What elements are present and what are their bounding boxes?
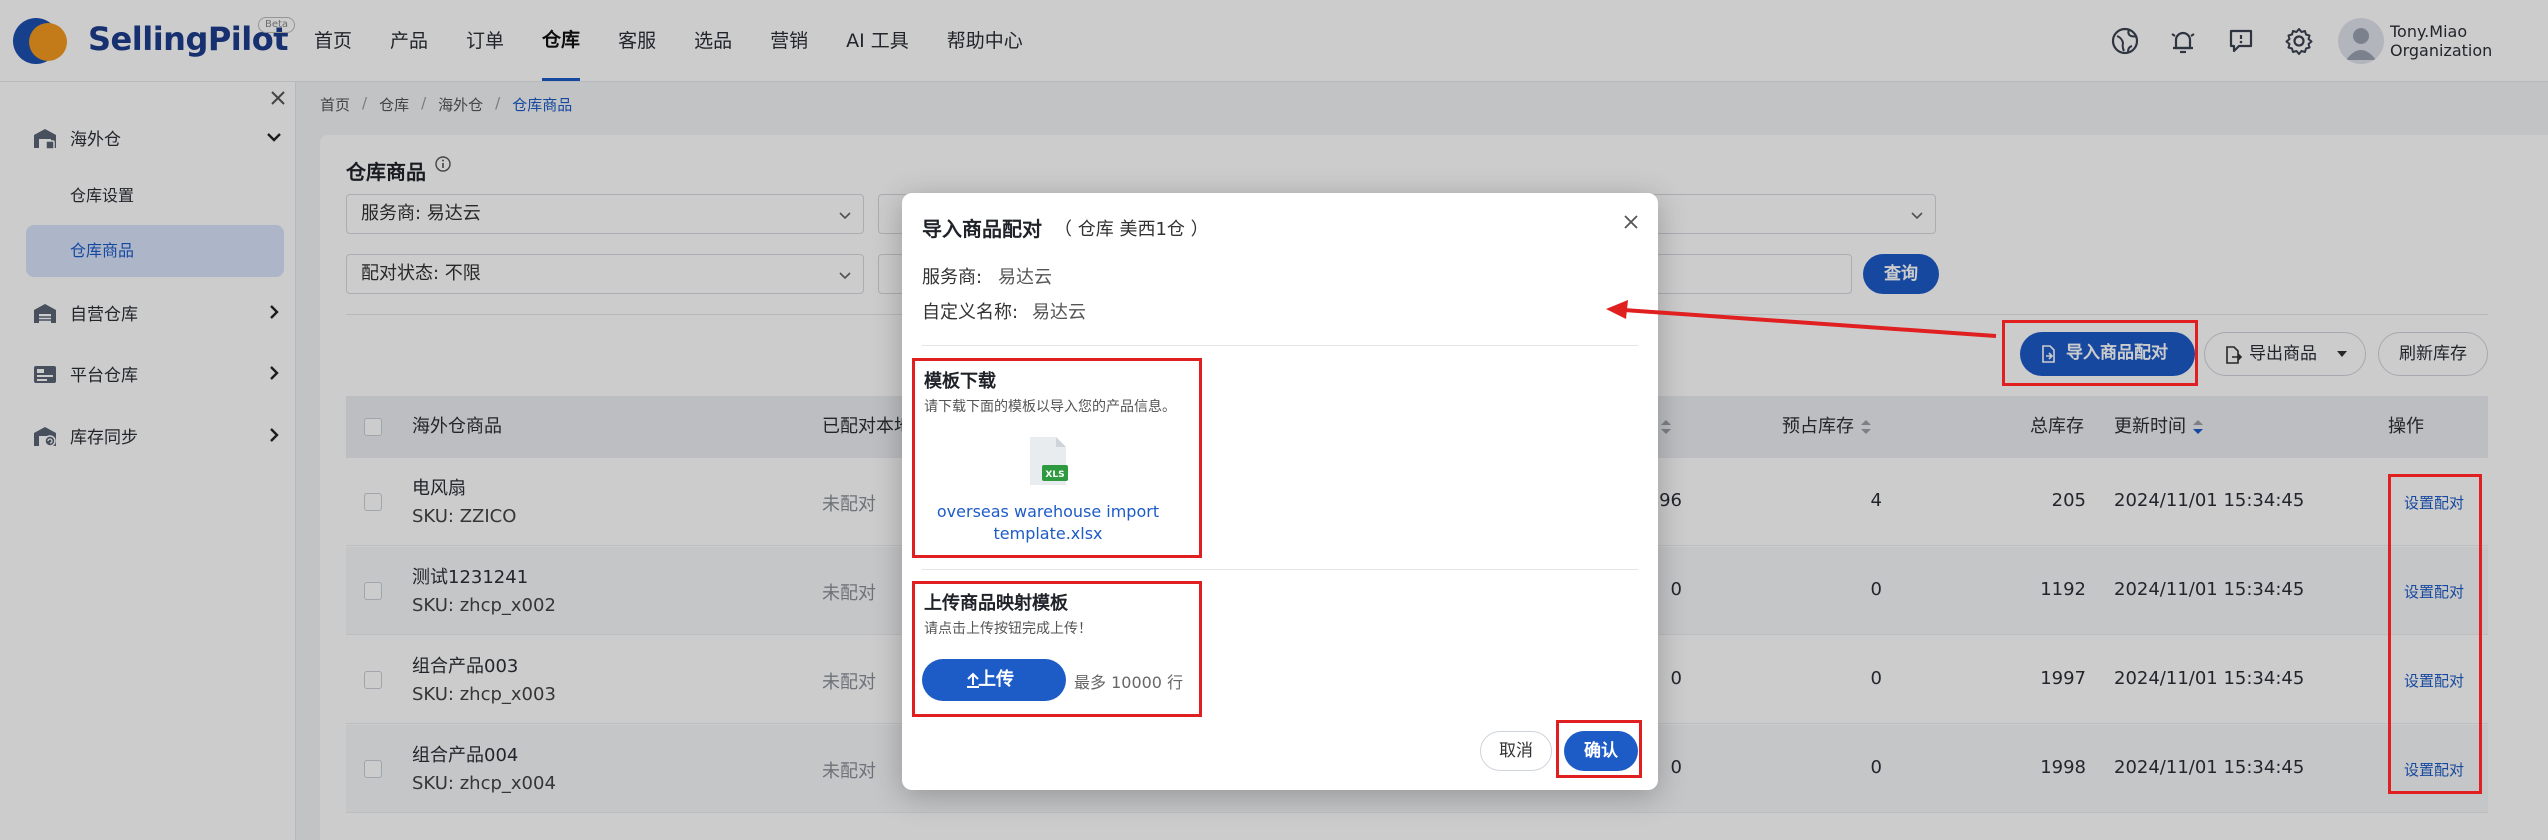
provider-value: 易达云	[998, 267, 1052, 288]
close-icon[interactable]	[1620, 211, 1642, 233]
cancel-button[interactable]: 取消	[1480, 731, 1552, 771]
provider-label: 服务商:	[922, 267, 983, 288]
custom-name-value: 易达云	[1032, 302, 1086, 323]
dialog-title: 导入商品配对	[922, 217, 1042, 241]
template-file-link[interactable]: overseas warehouse import template.xlsx	[924, 501, 1172, 545]
upload-row-limit: 最多 10000 行	[1074, 673, 1184, 692]
custom-name-label: 自定义名称:	[922, 302, 1019, 323]
import-match-dialog: 导入商品配对 （ 仓库 美西1仓 ） 服务商: 易达云 自定义名称: 易达云 模…	[902, 193, 1658, 790]
xlsx-badge-text: XLS	[1045, 470, 1064, 480]
upload-button[interactable]: 上传	[922, 659, 1066, 701]
upload-icon	[967, 672, 979, 688]
confirm-button[interactable]: 确认	[1564, 731, 1638, 771]
upload-button-label: 上传	[978, 669, 1014, 690]
upload-template-title: 上传商品映射模板	[924, 593, 1068, 614]
divider	[922, 569, 1638, 570]
upload-template-desc: 请点击上传按钮完成上传！	[924, 621, 1092, 637]
template-download-desc: 请下载下面的模板以导入您的产品信息。	[924, 399, 1176, 415]
template-download-title: 模板下载	[924, 371, 996, 392]
dialog-subtitle: （ 仓库 美西1仓 ）	[1054, 219, 1209, 240]
xlsx-file-icon[interactable]: XLS	[1026, 435, 1070, 487]
divider	[922, 345, 1638, 346]
